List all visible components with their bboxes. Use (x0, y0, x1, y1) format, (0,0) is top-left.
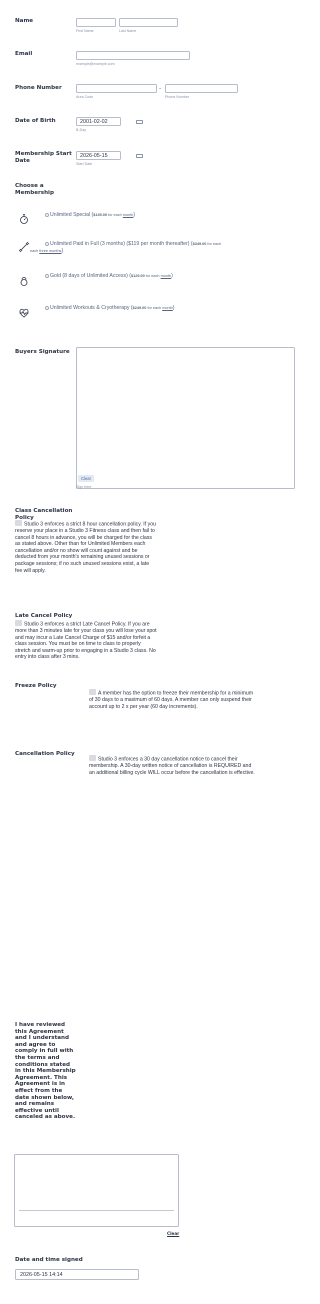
option-price: $249.00 (132, 306, 147, 310)
dob-value: 2001-02-02 (80, 119, 108, 125)
cancellation-text: Studio 3 enforces a 30 day cancellation … (89, 756, 255, 776)
freeze-policy: A member has the option to freeze their … (89, 689, 257, 710)
option-close: ) (133, 212, 136, 218)
option-per: for each (206, 242, 222, 246)
option-per: for each (146, 306, 163, 310)
name-label: Name (15, 18, 34, 24)
start-date-label: Membership Start Date (15, 151, 72, 164)
membership-option-continued: each three months) (30, 248, 64, 254)
agreement-label: I have reviewed this Agreement and I und… (15, 1022, 76, 1121)
agreement-clear-link[interactable]: Clear (167, 1231, 179, 1236)
email-label: Email (15, 51, 33, 57)
date-signed-input[interactable]: 2026-05-15 14:14 (15, 1269, 139, 1280)
calendar-icon[interactable] (136, 120, 143, 124)
membership-option[interactable]: Unlimited Paid in Full (3 months) ($119 … (45, 241, 307, 248)
option-period: month (160, 274, 172, 278)
dumbbell-icon (18, 238, 30, 253)
class-cancel-text: Studio 3 enforces a strict 8 hour cancel… (15, 521, 156, 574)
option-title: Unlimited Paid in Full (3 months) ($119 … (50, 241, 193, 247)
membership-option[interactable]: Gold (8 days of Unlimited Access) ($129.… (45, 273, 305, 280)
late-cancel-policy: Studio 3 enforces a strict Late Cancel P… (15, 620, 157, 661)
email-input[interactable] (76, 51, 190, 60)
option-price: $139.00 (93, 213, 107, 217)
signature-line (19, 1210, 174, 1211)
date-signed-label: Date and time signed (15, 1257, 83, 1263)
area-code-input[interactable] (76, 84, 157, 93)
kettlebell-icon (18, 272, 30, 286)
dob-input[interactable]: 2001-02-02 (76, 117, 121, 126)
radio-button[interactable] (45, 212, 49, 217)
late-cancel-label: Late Cancel Policy (15, 613, 73, 619)
freeze-label: Freeze Policy (15, 683, 57, 689)
freeze-text: A member has the option to freeze their … (89, 690, 254, 710)
option-close: ) (171, 273, 173, 279)
heart-pulse-icon (18, 304, 30, 318)
cancellation-policy: Studio 3 enforces a 30 day cancellation … (89, 755, 257, 776)
membership-label: Choose a Membership (15, 183, 54, 196)
option-per: for each (106, 213, 123, 217)
signature-label: Buyers Signature (15, 349, 70, 355)
calendar-icon[interactable] (136, 154, 143, 158)
option-close: ) (61, 248, 64, 254)
last-name-sublabel: Last Name (119, 28, 137, 33)
late-cancel-text: Studio 3 enforces a strict Late Cancel P… (15, 621, 157, 661)
option-price: $129.00 (131, 274, 145, 278)
signature-sublabel: Sign here (76, 485, 92, 489)
class-cancel-policy: Studio 3 enforces a strict 8 hour cancel… (15, 520, 157, 574)
class-cancel-checkbox[interactable] (15, 520, 22, 526)
option-period: three months (39, 249, 62, 253)
agreement-signature-pad[interactable] (14, 1154, 179, 1227)
last-name-input[interactable] (119, 18, 178, 27)
email-sublabel: example@example.com (76, 61, 115, 66)
option-title: Unlimited Workouts & Cryotherapy ( (50, 305, 133, 311)
membership-option[interactable]: Unlimited Workouts & Cryotherapy ($249.0… (45, 305, 305, 312)
late-cancel-checkbox[interactable] (15, 620, 22, 626)
phone-label: Phone Number (15, 85, 62, 91)
first-name-sublabel: First Name (76, 28, 94, 33)
option-title: Unlimited Special ( (50, 212, 94, 218)
option-period: month (162, 306, 173, 310)
freeze-checkbox[interactable] (89, 689, 96, 695)
option-close: ) (172, 305, 175, 311)
stopwatch-icon (18, 210, 30, 224)
signature-pad[interactable] (76, 347, 295, 489)
radio-button[interactable] (45, 305, 49, 310)
option-price: $349.00 (192, 242, 207, 246)
phone-separator: - (159, 84, 162, 92)
option-per: for each (144, 274, 161, 278)
radio-button[interactable] (45, 241, 49, 246)
start-date-value: 2026-05-15 (80, 153, 108, 159)
option-title: Gold (8 days of Unlimited Access) ( (50, 273, 132, 279)
dob-label: Date of Birth (15, 118, 56, 124)
date-signed-value: 2026-05-15 14:14 (20, 1272, 63, 1278)
option-period: month (122, 213, 134, 217)
cancellation-checkbox[interactable] (89, 755, 96, 761)
dob-sublabel: B-Day (76, 127, 86, 132)
start-date-sublabel: Start Date (76, 161, 93, 166)
area-code-sublabel: Area Code (76, 94, 94, 99)
start-date-input[interactable]: 2026-05-15 (76, 151, 121, 160)
radio-button[interactable] (45, 273, 49, 278)
cancellation-label: Cancellation Policy (15, 751, 75, 757)
first-name-input[interactable] (76, 18, 116, 27)
phone-number-sublabel: Phone Number (165, 94, 190, 99)
signature-clear-button[interactable]: Clear (78, 475, 95, 482)
phone-number-input[interactable] (165, 84, 238, 93)
membership-option[interactable]: Unlimited Special ($139.00 for each mont… (45, 212, 305, 219)
